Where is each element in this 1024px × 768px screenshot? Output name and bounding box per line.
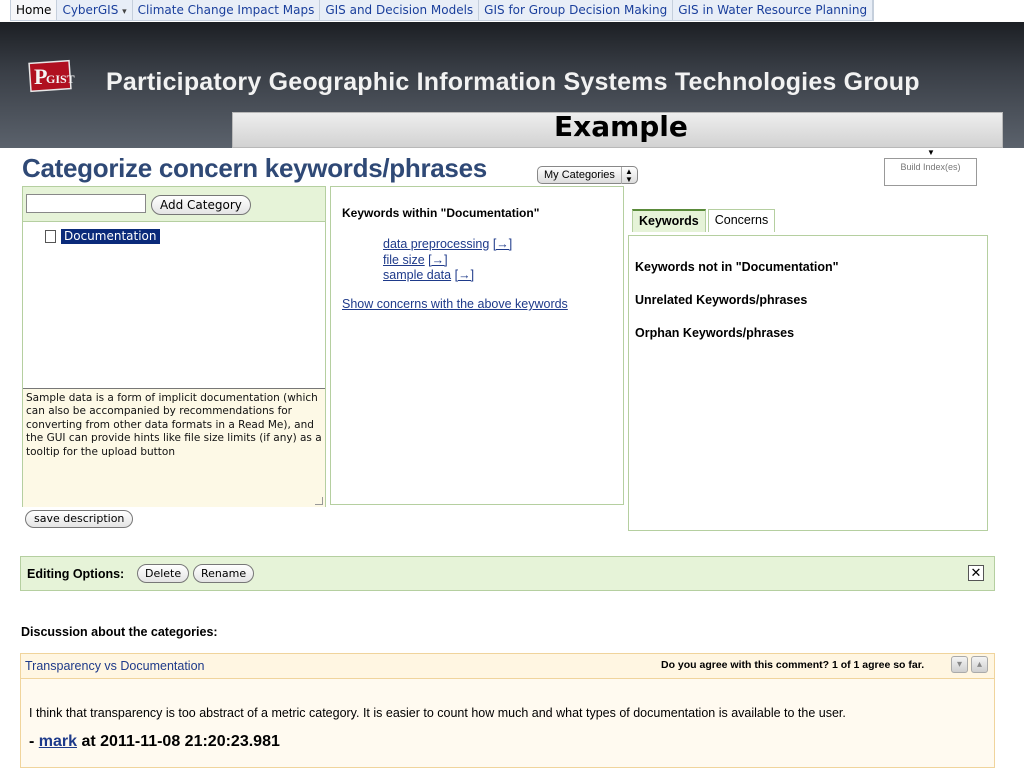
move-keyword-button[interactable]: [→]	[493, 237, 512, 251]
pgist-logo: P GIST	[28, 59, 75, 93]
category-name-input[interactable]	[26, 194, 146, 213]
agree-prompt: Do you agree with this comment? 1 of 1 a…	[661, 659, 925, 671]
nav-home[interactable]: Home	[11, 0, 58, 20]
main-content: Categorize concern keywords/phrases My C…	[0, 148, 1024, 768]
comment-card: Transparency vs Documentation Do you agr…	[20, 653, 995, 768]
keyword-row: file size [→]	[383, 253, 448, 267]
unrelated-keywords-heading[interactable]: Unrelated Keywords/phrases	[635, 293, 807, 307]
keywords-not-in-heading[interactable]: Keywords not in "Documentation"	[635, 260, 839, 274]
my-categories-value: My Categories	[544, 169, 615, 181]
keywords-tab-panel: Keywords not in "Documentation" Unrelate…	[628, 235, 988, 531]
resize-grip-icon[interactable]	[315, 497, 323, 505]
document-icon	[45, 230, 56, 243]
nav-climate-change[interactable]: Climate Change Impact Maps	[133, 0, 321, 20]
page-title: Categorize concern keywords/phrases	[22, 153, 487, 183]
discussion-title: Discussion about the categories:	[21, 625, 218, 639]
tree-node-label: Documentation	[61, 229, 160, 244]
nav-gis-water[interactable]: GIS in Water Resource Planning	[673, 0, 874, 20]
thumbs-down-icon[interactable]: ▾	[951, 656, 968, 673]
svg-text:GIST: GIST	[46, 72, 75, 86]
nav-climate-label: Climate Change Impact Maps	[137, 3, 315, 17]
add-category-button[interactable]: Add Category	[151, 195, 251, 215]
thumbs-up-icon[interactable]: ▴	[971, 656, 988, 673]
description-text: Sample data is a form of implicit docume…	[26, 392, 322, 458]
signature-prefix: -	[29, 733, 39, 750]
dropdown-arrow-icon: ▼	[927, 148, 935, 157]
nav-home-label: Home	[16, 3, 52, 17]
editing-options-bar: Editing Options: Delete Rename ✕	[20, 556, 995, 591]
category-panel: Add Category Documentation Sample data i…	[22, 186, 326, 507]
keywords-within-title: Keywords within "Documentation"	[342, 206, 540, 220]
nav-gis-decision-models[interactable]: GIS and Decision Models	[320, 0, 480, 20]
build-index-button[interactable]: Build Index(es)	[884, 158, 977, 186]
editing-options-label: Editing Options:	[27, 567, 125, 581]
comment-body: I think that transparency is too abstrac…	[29, 706, 846, 720]
keyword-link[interactable]: data preprocessing	[383, 237, 489, 251]
header-band: P GIST Participatory Geographic Informat…	[0, 22, 1024, 148]
category-description-textarea[interactable]: Sample data is a form of implicit docume…	[23, 388, 325, 507]
comment-signature: - mark at 2011-11-08 21:20:23.981	[29, 733, 280, 751]
delete-button[interactable]: Delete	[137, 564, 190, 583]
save-description-button[interactable]: save description	[25, 510, 134, 528]
category-tree: Documentation	[23, 222, 325, 387]
orphan-keywords-heading[interactable]: Orphan Keywords/phrases	[635, 326, 794, 340]
tab-keywords[interactable]: Keywords	[632, 209, 706, 232]
move-keyword-button[interactable]: [→]	[455, 268, 474, 282]
slide-label: Example	[554, 110, 688, 143]
chevron-down-icon: ▾	[122, 7, 127, 17]
select-arrows-icon: ▲ ▼	[621, 167, 633, 184]
move-keyword-button[interactable]: [→]	[428, 253, 447, 267]
nav-gis-decision-label: GIS and Decision Models	[325, 3, 474, 17]
nav-cybergis-label: CyberGIS	[62, 3, 119, 17]
comment-author-link[interactable]: mark	[39, 733, 77, 750]
comment-title-link[interactable]: Transparency vs Documentation	[25, 659, 204, 673]
keyword-link[interactable]: sample data	[383, 268, 451, 282]
nav-gis-group-decision[interactable]: GIS for Group Decision Making	[479, 0, 674, 20]
rename-button[interactable]: Rename	[193, 564, 255, 583]
nav-gis-water-label: GIS in Water Resource Planning	[678, 3, 868, 17]
comment-header: Transparency vs Documentation Do you agr…	[21, 654, 994, 679]
keywords-within-panel: Keywords within "Documentation" data pre…	[330, 186, 624, 505]
my-categories-select[interactable]: My Categories ▲ ▼	[537, 166, 638, 184]
tab-concerns[interactable]: Concerns	[707, 209, 776, 232]
top-nav: Home CyberGIS ▾ Climate Change Impact Ma…	[10, 0, 875, 21]
category-toolbar: Add Category	[23, 187, 325, 222]
show-concerns-link[interactable]: Show concerns with the above keywords	[342, 297, 568, 311]
nav-gis-group-label: GIS for Group Decision Making	[484, 3, 668, 17]
nav-cybergis[interactable]: CyberGIS ▾	[57, 0, 133, 20]
keyword-link[interactable]: file size	[383, 253, 425, 267]
close-icon[interactable]: ✕	[968, 565, 984, 581]
keyword-row: sample data [→]	[383, 268, 474, 282]
comment-timestamp: at 2011-11-08 21:20:23.981	[77, 733, 280, 750]
tree-node-documentation[interactable]: Documentation	[45, 229, 160, 244]
keyword-row: data preprocessing [→]	[383, 237, 512, 251]
screen: Home CyberGIS ▾ Climate Change Impact Ma…	[0, 0, 1024, 768]
group-title: Participatory Geographic Information Sys…	[106, 68, 920, 96]
right-tabs: Keywords Concerns	[632, 209, 777, 232]
